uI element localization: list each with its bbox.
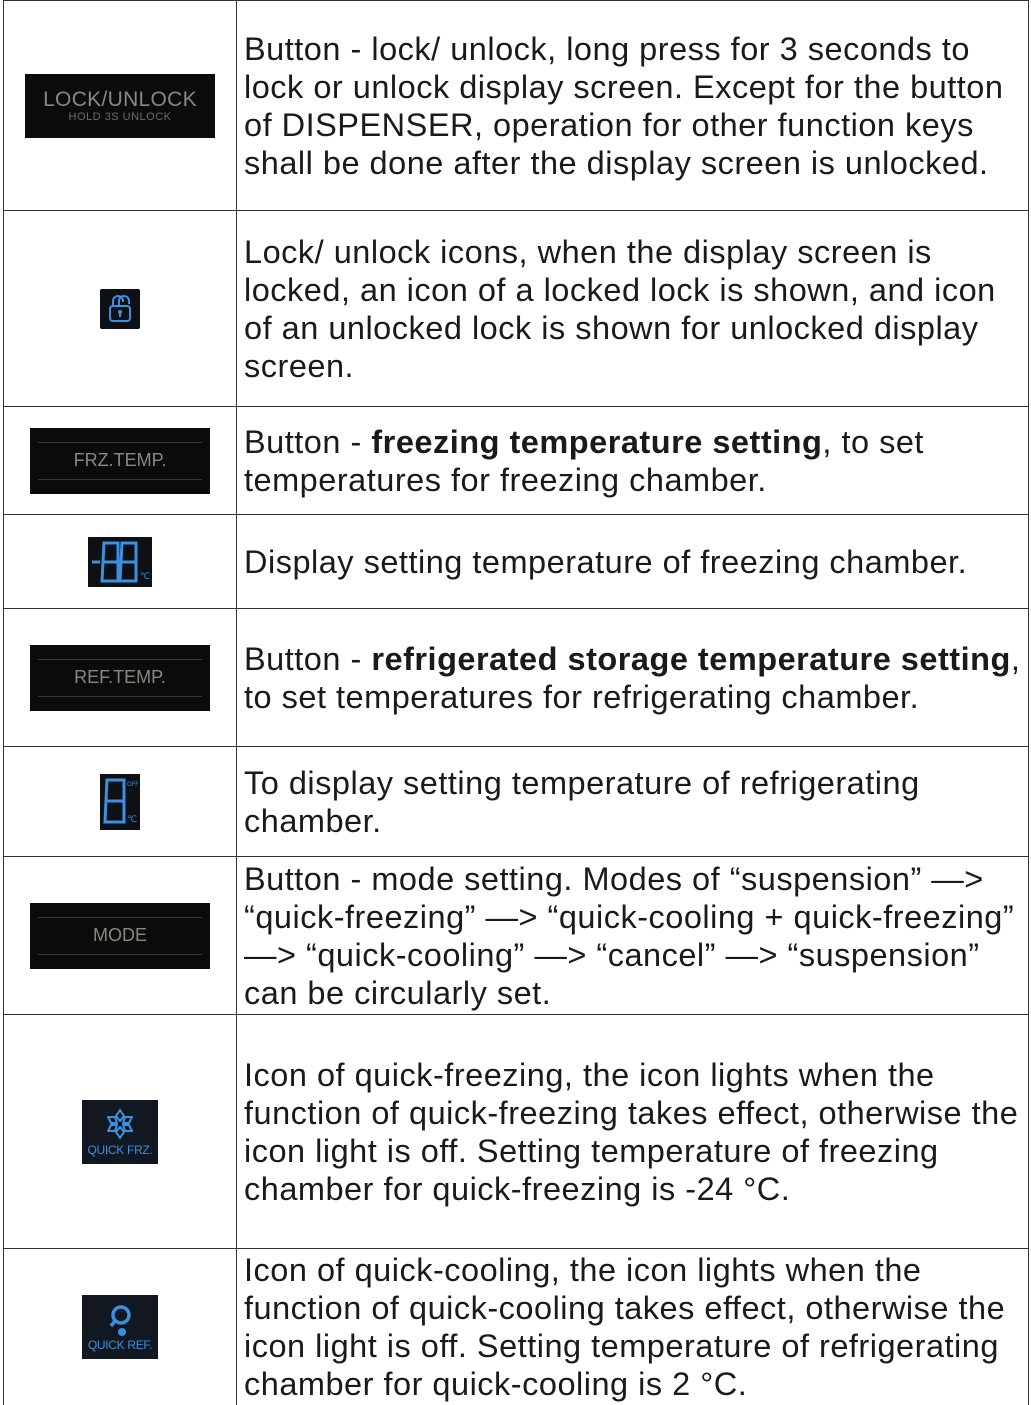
description-text: Icon of quick-freezing, the icon lights … — [244, 1056, 1019, 1207]
quick-ref-label: QUICK REF. — [87, 1338, 153, 1352]
description-cell: Button - lock/ unlock, long press for 3 … — [244, 1, 1024, 210]
table-row: LOCK/UNLOCK HOLD 3S UNLOCK Button - lock… — [3, 0, 1029, 210]
table-row: MODE Button - mode setting. Modes of “su… — [3, 856, 1029, 1014]
description-text: Button - refrigerated storage temperatur… — [244, 640, 1024, 716]
icon-cell: ℃ — [4, 515, 237, 608]
description-text: Button - lock/ unlock, long press for 3 … — [244, 30, 1004, 181]
table-row: OFF ℃ To display setting temperature of … — [3, 746, 1029, 856]
icon-cell: OFF ℃ — [4, 747, 237, 856]
off-label: OFF — [127, 781, 139, 788]
description-text: Icon of quick-cooling, the icon lights w… — [244, 1252, 1006, 1402]
text-before: Button - — [244, 640, 372, 677]
icon-cell: QUICK FRZ. — [4, 1015, 237, 1248]
description-table: LOCK/UNLOCK HOLD 3S UNLOCK Button - lock… — [3, 0, 1029, 1405]
description-cell: Icon of quick-freezing, the icon lights … — [244, 1015, 1024, 1248]
svg-text:℃: ℃ — [140, 572, 150, 582]
two-digit-display-icon: ℃ — [88, 536, 152, 587]
button-label: LOCK/UNLOCK — [43, 87, 197, 111]
description-text: Display setting temperature of freezing … — [244, 543, 968, 580]
quick-cool-icon: QUICK REF. — [82, 1295, 158, 1359]
table-row: QUICK FRZ. Icon of quick-freezing, the i… — [3, 1014, 1029, 1248]
table-row: Lock/ unlock icons, when the display scr… — [3, 210, 1029, 406]
icon-cell: REF.TEMP. — [4, 609, 237, 746]
one-digit-display-icon: OFF ℃ — [100, 773, 140, 830]
mode-button: MODE — [30, 902, 210, 969]
text-bold: refrigerated storage temperature setting — [371, 640, 1011, 677]
description-cell: Lock/ unlock icons, when the display scr… — [244, 211, 1024, 406]
quick-frz-label: QUICK FRZ. — [87, 1142, 153, 1157]
padlock-icon — [100, 288, 140, 329]
description-cell: Icon of quick-cooling, the icon lights w… — [244, 1249, 1024, 1405]
description-text: Button - freezing temperature setting, t… — [244, 423, 1024, 499]
table-row: QUICK REF. Icon of quick-cooling, the ic… — [3, 1248, 1029, 1405]
description-cell: Display setting temperature of freezing … — [244, 515, 1024, 608]
text-before: Button - — [244, 423, 372, 460]
table-row: FRZ.TEMP. Button - freezing temperature … — [3, 406, 1029, 514]
snowflake-icon: QUICK FRZ. — [82, 1099, 158, 1164]
description-text: To display setting temperature of refrig… — [244, 764, 920, 839]
svg-text:℃: ℃ — [127, 815, 137, 825]
description-cell: Button - freezing temperature setting, t… — [244, 407, 1024, 514]
fridge-temp-button: REF.TEMP. — [30, 644, 210, 711]
icon-cell: MODE — [4, 857, 237, 1014]
description-text: Lock/ unlock icons, when the display scr… — [244, 233, 996, 384]
description-cell: Button - mode setting. Modes of “suspens… — [244, 857, 1024, 1014]
icon-cell: QUICK REF. — [4, 1249, 237, 1405]
icon-cell: FRZ.TEMP. — [4, 407, 237, 514]
button-label: REF.TEMP. — [74, 667, 166, 687]
icon-cell: LOCK/UNLOCK HOLD 3S UNLOCK — [4, 1, 237, 210]
description-cell: Button - refrigerated storage temperatur… — [244, 609, 1024, 746]
text-bold: freezing temperature setting — [371, 423, 823, 460]
button-sublabel: HOLD 3S UNLOCK — [68, 110, 172, 123]
freezer-temp-button: FRZ.TEMP. — [30, 427, 210, 494]
button-label: MODE — [93, 925, 147, 945]
table-row: REF.TEMP. Button - refrigerated storage … — [3, 608, 1029, 746]
button-label: FRZ.TEMP. — [73, 450, 167, 470]
table-row: ℃ Display setting temperature of freezin… — [3, 514, 1029, 608]
lock-unlock-button: LOCK/UNLOCK HOLD 3S UNLOCK — [25, 73, 215, 138]
description-cell: To display setting temperature of refrig… — [244, 747, 1024, 856]
icon-cell — [4, 211, 237, 406]
description-text: Button - mode setting. Modes of “suspens… — [244, 860, 1015, 1011]
